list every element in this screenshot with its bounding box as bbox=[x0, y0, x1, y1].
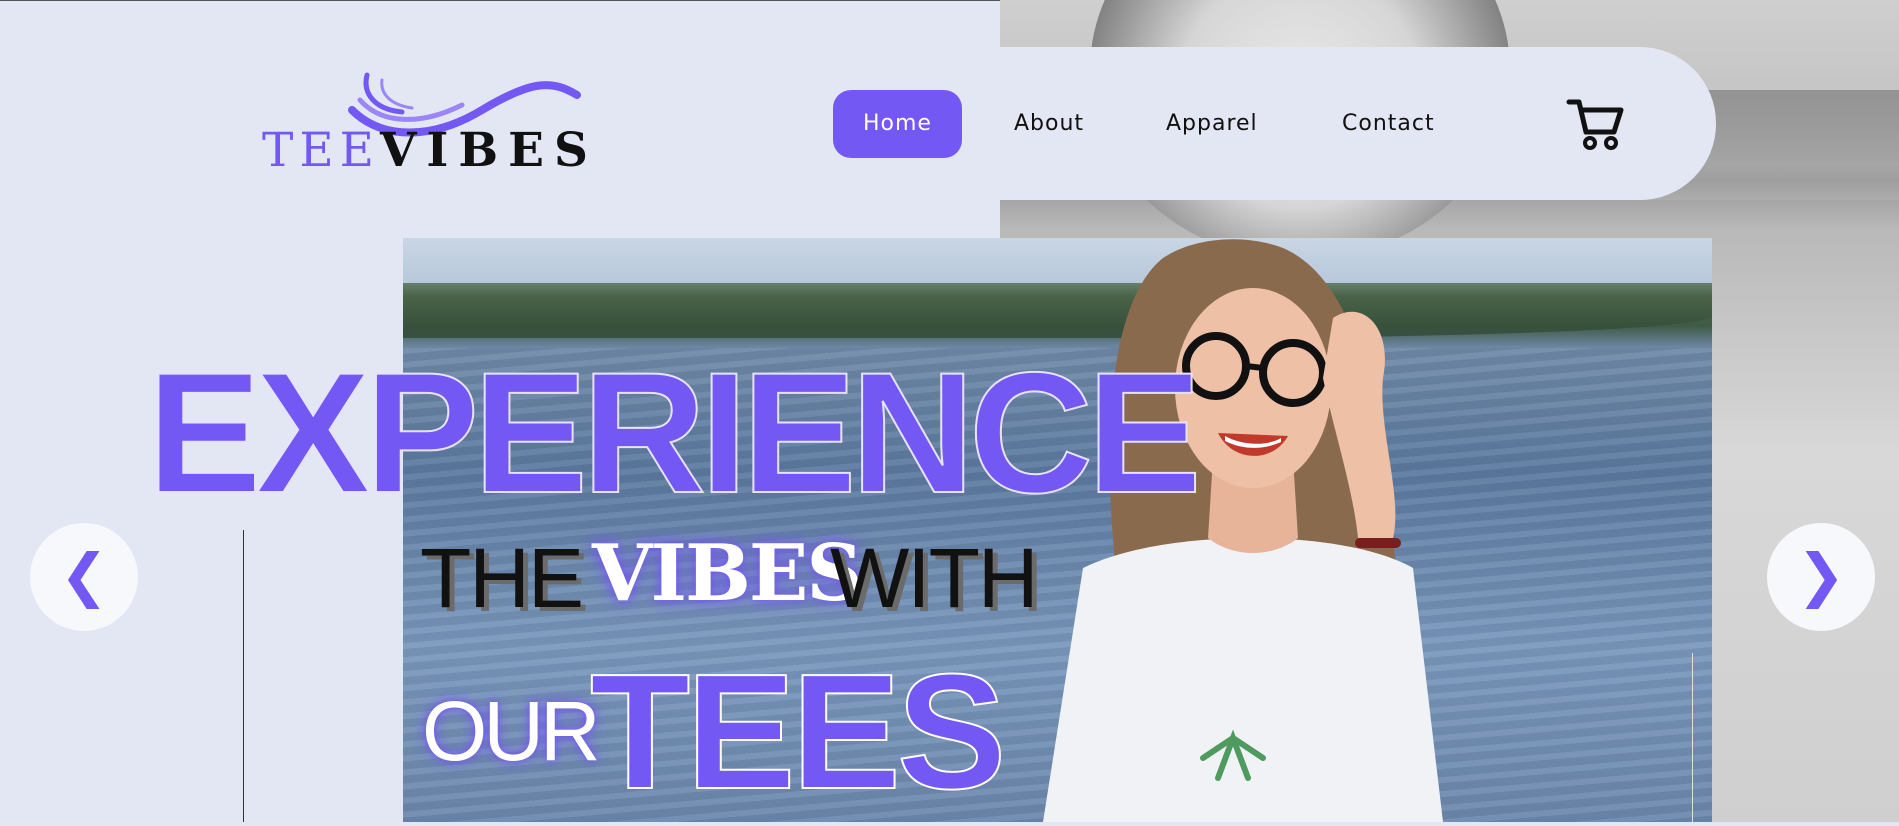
nav-contact-link[interactable]: Contact bbox=[1342, 90, 1435, 158]
logo-wordmark: TEEVIBES bbox=[262, 123, 598, 178]
nav-apparel-link[interactable]: Apparel bbox=[1166, 90, 1258, 158]
nav-about-link[interactable]: About bbox=[1014, 90, 1084, 158]
chevron-left-icon: ❮ bbox=[59, 541, 109, 609]
logo-vibes-text: VIBES bbox=[379, 123, 598, 178]
chevron-right-icon: ❯ bbox=[1796, 541, 1846, 609]
hero-headline-experience: EXPERIENCE bbox=[146, 337, 1203, 529]
carousel-prev-button[interactable]: ❮ bbox=[30, 523, 138, 631]
hero-headline-vibes: VIBES bbox=[592, 528, 863, 619]
hero-headline-tees: TEES bbox=[589, 639, 1007, 824]
decorative-line-left bbox=[243, 530, 244, 822]
model-figure bbox=[1043, 239, 1443, 822]
hero-headline-our: OUR bbox=[422, 684, 601, 778]
hero-headline-with: WITH bbox=[830, 531, 1039, 625]
decorative-line-right bbox=[1692, 653, 1693, 822]
nav-home-link[interactable]: Home bbox=[833, 90, 962, 158]
cart-icon[interactable] bbox=[1566, 96, 1626, 152]
hero-headline-the: THE bbox=[420, 531, 584, 625]
carousel-next-button[interactable]: ❯ bbox=[1767, 523, 1875, 631]
brand-logo[interactable]: TEEVIBES bbox=[262, 70, 592, 180]
logo-tee-text: TEE bbox=[262, 123, 380, 178]
